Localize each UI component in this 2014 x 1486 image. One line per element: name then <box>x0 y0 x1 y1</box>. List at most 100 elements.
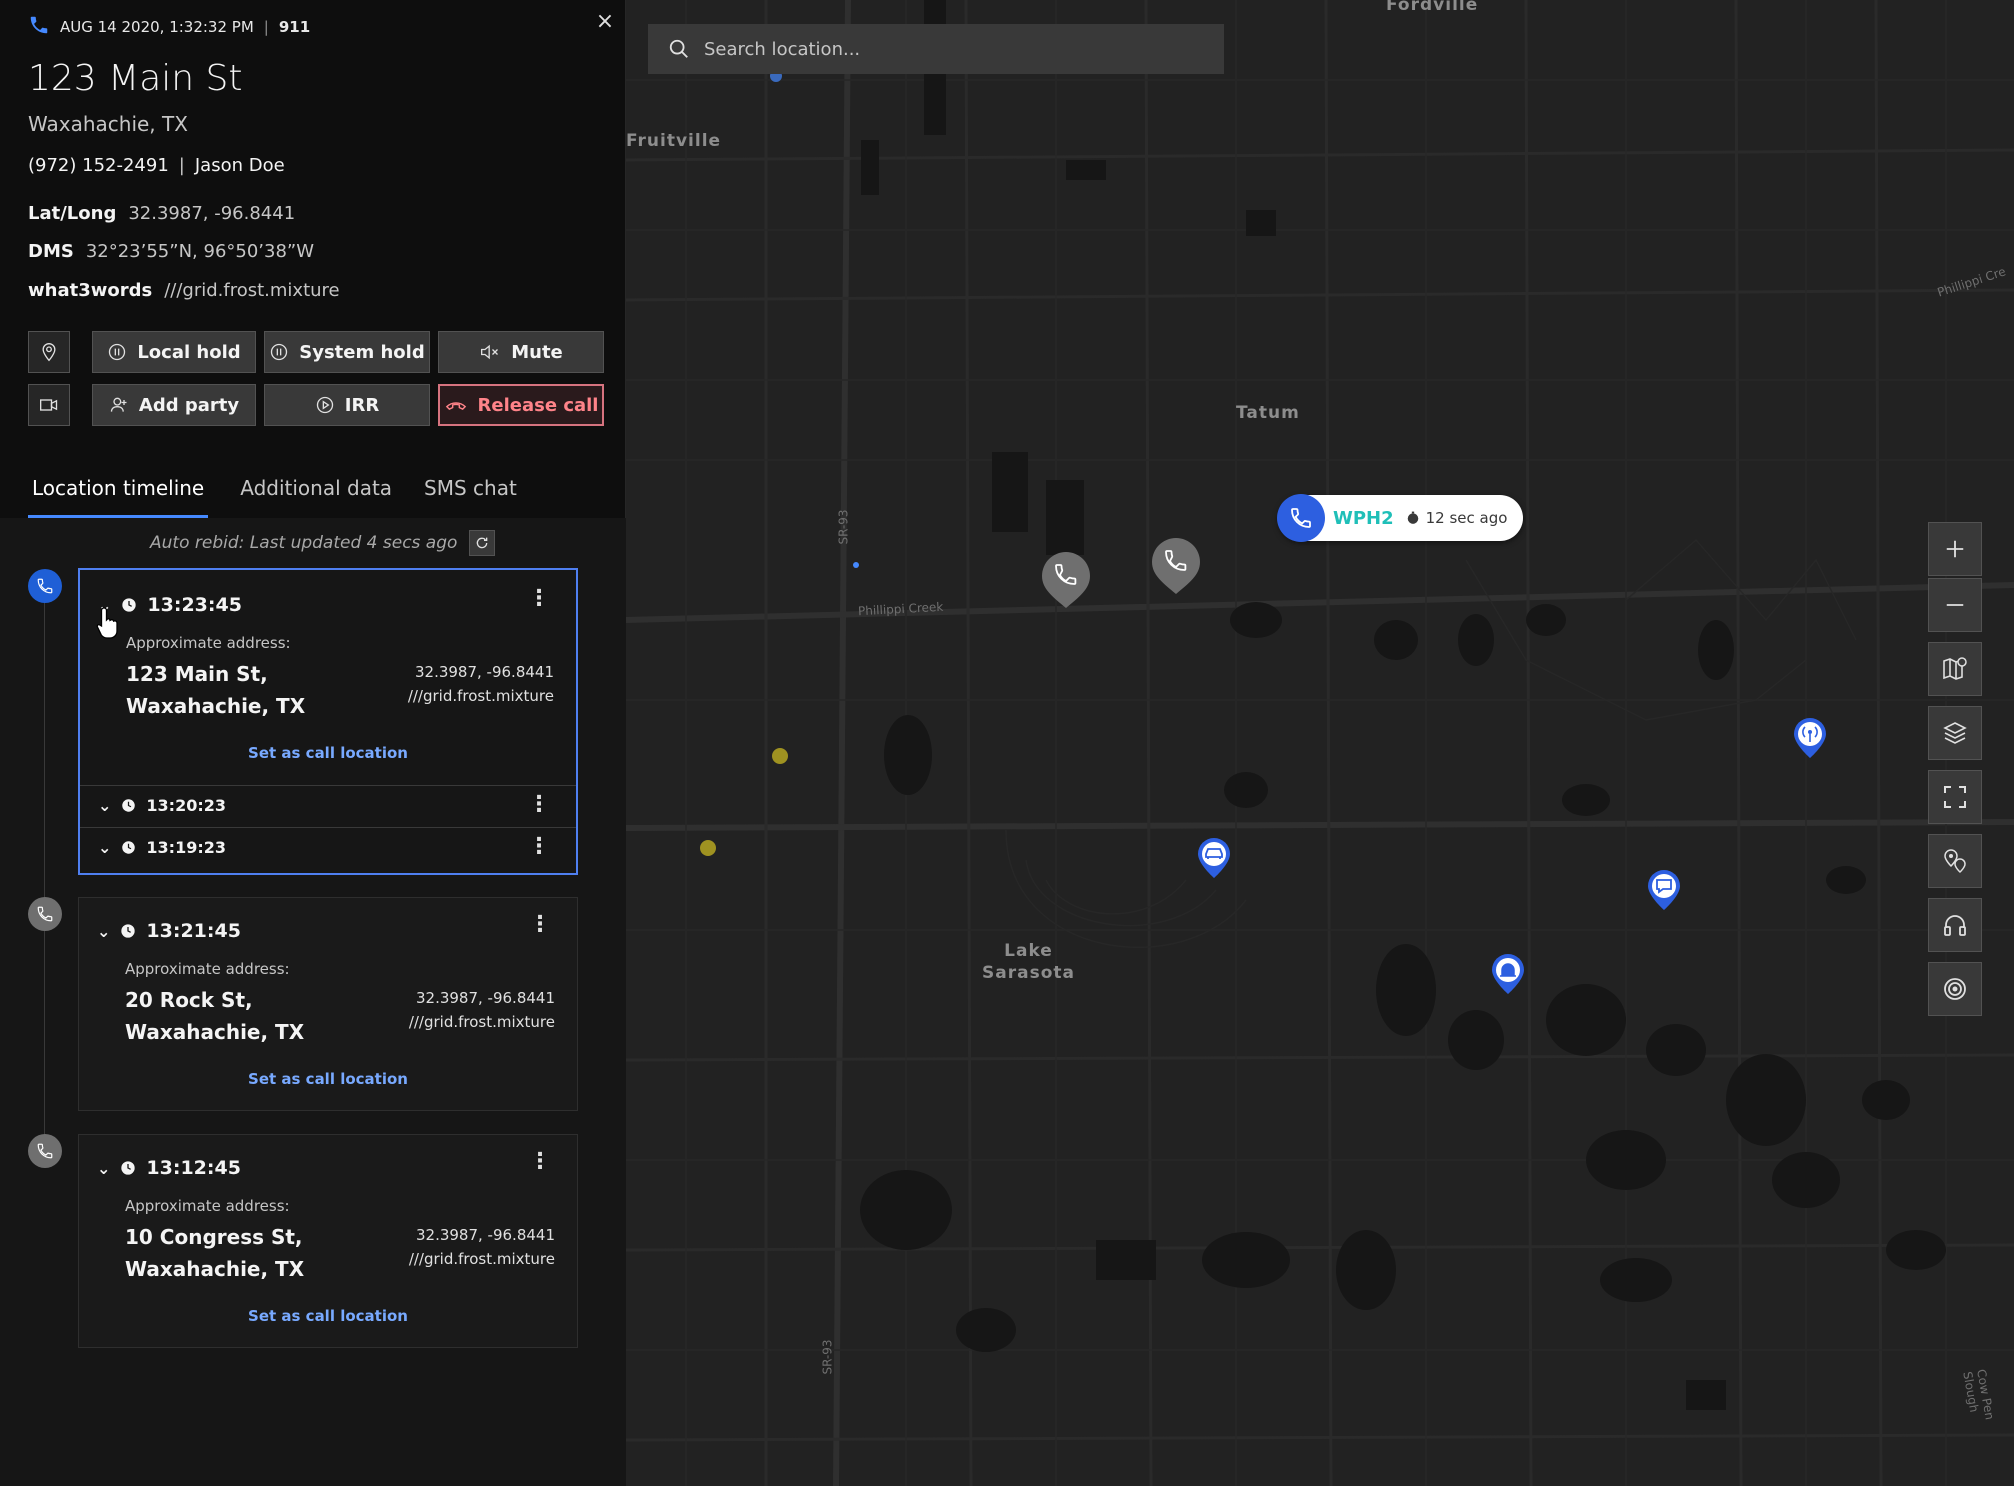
chat-icon <box>1648 870 1680 910</box>
card-street: 20 Rock St, <box>125 988 253 1012</box>
fullscreen-icon <box>1944 786 1966 808</box>
video-icon <box>39 399 58 411</box>
map-view[interactable]: Fordville Fruitville Tatum Lake Sarasota… <box>626 0 2014 1486</box>
map-style-button[interactable] <box>1928 642 1982 696</box>
hang-up-icon <box>445 402 466 411</box>
timeline-card[interactable]: ⌄ 13:12:45 ⋮ Approximate address: 10 Con… <box>78 1134 578 1348</box>
timeline-subrow[interactable]: ⌄ 13:19:23 ⋮ <box>80 827 576 869</box>
layers-button[interactable] <box>1928 706 1982 760</box>
antenna-icon <box>1794 718 1826 758</box>
subrow-header: ⌄ 13:20:23 <box>98 796 226 815</box>
fullscreen-button[interactable] <box>1928 770 1982 824</box>
search-input[interactable] <box>704 38 1204 60</box>
pin-icon <box>42 342 56 362</box>
minus-icon <box>1946 604 1964 606</box>
zoom-in-button[interactable] <box>1928 522 1982 576</box>
alarm-marker[interactable] <box>1490 952 1526 1000</box>
video-button[interactable] <box>28 384 70 426</box>
phone-icon <box>37 906 53 922</box>
target-icon <box>1944 978 1966 1000</box>
sms-marker[interactable] <box>1646 868 1682 916</box>
release-call-button[interactable]: Release call <box>438 384 604 426</box>
phone-icon <box>1277 494 1325 542</box>
overflow-menu-icon[interactable]: ⋮ <box>528 792 550 817</box>
vehicle-marker[interactable] <box>1196 836 1232 884</box>
set-call-location-link[interactable]: Set as call location <box>79 1070 577 1088</box>
stopwatch-icon <box>1407 511 1418 524</box>
mute-button[interactable]: Mute <box>438 331 604 373</box>
chevron-down-icon[interactable]: ⌄ <box>98 796 111 815</box>
approx-label: Approximate address: <box>125 960 290 978</box>
close-icon[interactable]: × <box>593 10 617 34</box>
locate-button[interactable] <box>28 331 70 373</box>
locations-button[interactable] <box>1928 834 1982 888</box>
subrow-header: ⌄ 13:19:23 <box>98 838 226 857</box>
place-label-fordville: Fordville <box>1386 0 1479 15</box>
mute-label: Mute <box>511 341 563 363</box>
card-city: Waxahachie, TX <box>125 1257 305 1281</box>
previous-location-pin[interactable] <box>1040 550 1092 614</box>
layers-icon <box>1943 722 1967 744</box>
w3w-value: ///grid.frost.mixture <box>164 280 340 301</box>
map-search[interactable] <box>648 24 1224 74</box>
approx-label: Approximate address: <box>125 1197 290 1215</box>
place-label-line: Sarasota <box>982 963 1075 983</box>
headset-button[interactable] <box>1928 898 1982 952</box>
irr-label: IRR <box>344 394 380 416</box>
call-panel: AUG 14 2020, 1:32:32 PM | 911 × 123 Main… <box>0 0 626 1486</box>
tab-location-timeline[interactable]: Location timeline <box>28 470 209 518</box>
call-datetime: AUG 14 2020, 1:32:32 PM <box>60 18 254 36</box>
zoom-out-button[interactable] <box>1928 578 1982 632</box>
auto-rebid-text: Auto rebid: Last updated 4 secs ago <box>150 533 458 553</box>
card-w3w: ///grid.frost.mixture <box>408 1250 555 1268</box>
headset-icon <box>1944 915 1966 936</box>
cell-tower-marker[interactable] <box>1792 716 1828 764</box>
target-button[interactable] <box>1928 962 1982 1016</box>
irr-button[interactable]: IRR <box>264 384 430 426</box>
callout-age: 12 sec ago <box>1406 509 1507 527</box>
clock-icon <box>121 1161 136 1175</box>
overflow-menu-icon[interactable]: ⋮ <box>529 912 551 937</box>
dms-label: DMS <box>28 241 74 262</box>
pause-icon <box>109 343 126 361</box>
chevron-down-icon[interactable]: ⌄ <box>97 922 110 941</box>
plus-icon <box>1946 540 1964 558</box>
siren-icon <box>1492 954 1524 994</box>
card-latlong: 32.3987, -96.8441 <box>414 663 554 681</box>
timeline-subrow[interactable]: ⌄ 13:20:23 ⋮ <box>80 785 576 827</box>
timeline-call-marker <box>28 1134 62 1168</box>
previous-location-pin[interactable] <box>1150 536 1202 600</box>
timeline-line <box>44 590 45 1150</box>
tab-sms-chat[interactable]: SMS chat <box>424 470 517 518</box>
class-of-service: WPH2 <box>1333 507 1394 529</box>
local-hold-button[interactable]: Local hold <box>92 331 256 373</box>
call-number: 911 <box>278 18 311 36</box>
w3w-row: what3words ///grid.frost.mixture <box>28 280 340 301</box>
card-time: 13:23:45 <box>147 594 242 616</box>
tab-additional-data[interactable]: Additional data <box>240 470 392 518</box>
card-city: Waxahachie, TX <box>126 694 306 718</box>
play-icon <box>316 396 333 414</box>
clock-icon <box>121 924 136 938</box>
release-call-label: Release call <box>477 394 599 416</box>
timeline-card[interactable]: ⌄ 13:23:45 ⋮ Approximate address: 123 Ma… <box>78 568 578 875</box>
chevron-down-icon[interactable]: ⌄ <box>98 838 111 857</box>
system-hold-button[interactable]: System hold <box>264 331 430 373</box>
chevron-down-icon[interactable]: ⌄ <box>97 1159 110 1178</box>
road-label-sr93: SR-93 <box>820 1339 835 1375</box>
refresh-button[interactable] <box>469 530 496 556</box>
set-call-location-link[interactable]: Set as call location <box>79 1307 577 1325</box>
timeline-card[interactable]: ⌄ 13:21:45 ⋮ Approximate address: 20 Roc… <box>78 897 578 1111</box>
current-call-callout[interactable]: WPH2 12 sec ago <box>1277 494 1524 542</box>
card-time: 13:21:45 <box>146 920 241 942</box>
overflow-menu-icon[interactable]: ⋮ <box>528 834 550 859</box>
add-party-button[interactable]: Add party <box>92 384 256 426</box>
locations-icon <box>1944 849 1966 874</box>
overflow-menu-icon[interactable]: ⋮ <box>529 1149 551 1174</box>
address-city: Waxahachie, TX <box>28 112 188 136</box>
set-call-location-link[interactable]: Set as call location <box>80 744 576 762</box>
overflow-menu-icon[interactable]: ⋮ <box>528 586 550 611</box>
card-w3w: ///grid.frost.mixture <box>407 687 554 705</box>
add-party-label: Add party <box>138 394 240 416</box>
map-icon <box>1943 657 1967 680</box>
